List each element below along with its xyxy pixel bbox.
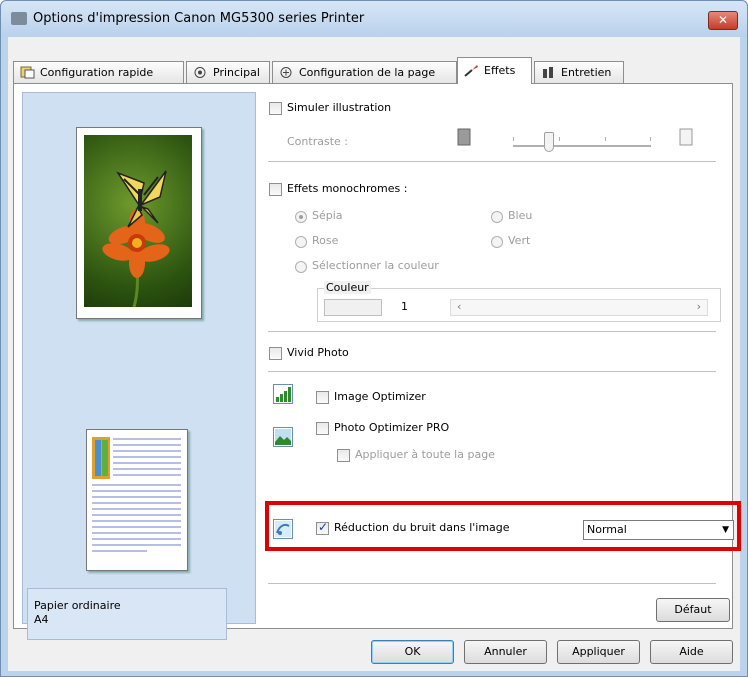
color-group-label: Couleur bbox=[324, 281, 371, 294]
document-thumbnail bbox=[92, 437, 181, 552]
radio-sepia-label: Sépia bbox=[312, 209, 343, 222]
quick-setup-icon bbox=[20, 66, 35, 79]
radio-rose[interactable] bbox=[295, 236, 307, 248]
page-setup-icon bbox=[280, 67, 292, 78]
page-layout-preview bbox=[86, 429, 188, 571]
scroll-right-arrow-icon[interactable]: › bbox=[697, 300, 701, 313]
separator bbox=[268, 371, 716, 372]
noise-reduction-icon bbox=[273, 519, 293, 539]
maintenance-icon bbox=[543, 67, 553, 78]
default-button[interactable]: Défaut bbox=[656, 598, 730, 622]
tab-configuration-rapide[interactable]: Configuration rapide bbox=[13, 61, 184, 83]
paper-type-label: Papier ordinaire bbox=[34, 599, 121, 612]
image-optimizer-label: Image Optimizer bbox=[334, 390, 426, 403]
slider-tick bbox=[513, 137, 514, 141]
radio-bleu[interactable] bbox=[491, 211, 503, 223]
effects-brush-icon bbox=[464, 65, 478, 77]
color-scrollbar[interactable]: ‹ › bbox=[450, 299, 708, 316]
effect-preview-card bbox=[76, 127, 202, 319]
window-title: Options d'impression Canon MG5300 series… bbox=[33, 11, 365, 26]
dialog-client: Configuration rapide Principal Configura… bbox=[8, 37, 741, 671]
monochrome-effects-label: Effets monochromes : bbox=[287, 182, 408, 195]
help-button[interactable]: Aide bbox=[650, 640, 733, 664]
butterfly-flower-preview-image bbox=[84, 135, 192, 307]
contrast-slider-track[interactable] bbox=[513, 137, 651, 147]
apply-button[interactable]: Appliquer bbox=[557, 640, 640, 664]
radio-sepia[interactable] bbox=[295, 211, 307, 223]
radio-rose-label: Rose bbox=[312, 234, 339, 247]
color-swatch bbox=[324, 299, 382, 316]
preview-panel: Papier ordinaire A4 bbox=[22, 92, 256, 640]
high-contrast-icon bbox=[679, 128, 693, 146]
photo-optimizer-checkbox[interactable] bbox=[316, 422, 329, 435]
noise-level-value: Normal bbox=[587, 523, 627, 536]
apply-all-pages-checkbox[interactable] bbox=[337, 449, 350, 462]
separator bbox=[268, 331, 716, 332]
monochrome-effects-checkbox[interactable] bbox=[269, 183, 282, 196]
slider-tick bbox=[650, 137, 651, 141]
contrast-slider-thumb[interactable] bbox=[544, 132, 554, 152]
image-optimizer-checkbox[interactable] bbox=[316, 391, 329, 404]
noise-reduction-label: Réduction du bruit dans l'image bbox=[334, 521, 510, 534]
scroll-left-arrow-icon[interactable]: ‹ bbox=[457, 300, 461, 313]
color-value: 1 bbox=[401, 300, 408, 313]
separator bbox=[268, 583, 716, 584]
cancel-button[interactable]: Annuler bbox=[464, 640, 547, 664]
image-optimizer-icon bbox=[273, 384, 293, 404]
butterfly-flower-illustration bbox=[102, 170, 170, 307]
simulate-illustration-checkbox[interactable] bbox=[269, 102, 282, 115]
print-options-window: Options d'impression Canon MG5300 series… bbox=[0, 0, 748, 677]
tab-entretien[interactable]: Entretien bbox=[534, 61, 624, 83]
paper-size-label: A4 bbox=[34, 613, 49, 626]
slider-tick bbox=[559, 137, 560, 141]
radio-select-color-label: Sélectionner la couleur bbox=[312, 259, 439, 272]
tab-configuration-page[interactable]: Configuration de la page bbox=[272, 61, 457, 83]
tab-label: Entretien bbox=[561, 66, 612, 79]
ok-button[interactable]: OK bbox=[371, 640, 454, 664]
radio-select-color[interactable] bbox=[295, 261, 307, 273]
tab-effets[interactable]: Effets bbox=[457, 57, 532, 84]
noise-reduction-checkbox[interactable] bbox=[316, 520, 329, 535]
printer-icon bbox=[11, 12, 27, 25]
noise-level-select[interactable]: Normal ▼ bbox=[583, 520, 734, 540]
tab-label: Configuration de la page bbox=[299, 66, 436, 79]
radio-vert-label: Vert bbox=[508, 234, 531, 247]
tab-label: Configuration rapide bbox=[40, 66, 154, 79]
low-contrast-icon bbox=[457, 128, 471, 146]
contrast-label: Contraste : bbox=[287, 135, 348, 148]
separator bbox=[268, 161, 716, 162]
close-button[interactable]: ✕ bbox=[708, 11, 738, 30]
paper-info-box: Papier ordinaire A4 bbox=[27, 588, 227, 640]
tab-principal[interactable]: Principal bbox=[186, 61, 270, 83]
title-bar: Options d'impression Canon MG5300 series… bbox=[1, 1, 747, 37]
photo-optimizer-icon bbox=[273, 427, 293, 447]
simulate-illustration-label: Simuler illustration bbox=[287, 101, 392, 114]
slider-tick bbox=[605, 137, 606, 141]
tab-label: Effets bbox=[484, 64, 516, 77]
radio-bleu-label: Bleu bbox=[508, 209, 533, 222]
chevron-down-icon: ▼ bbox=[722, 525, 729, 535]
main-icon bbox=[194, 67, 206, 78]
tab-label: Principal bbox=[213, 66, 260, 79]
radio-vert[interactable] bbox=[491, 236, 503, 248]
photo-optimizer-label: Photo Optimizer PRO bbox=[334, 421, 450, 434]
apply-all-pages-label: Appliquer à toute la page bbox=[355, 448, 495, 461]
vivid-photo-checkbox[interactable] bbox=[269, 347, 282, 360]
vivid-photo-label: Vivid Photo bbox=[287, 346, 349, 359]
